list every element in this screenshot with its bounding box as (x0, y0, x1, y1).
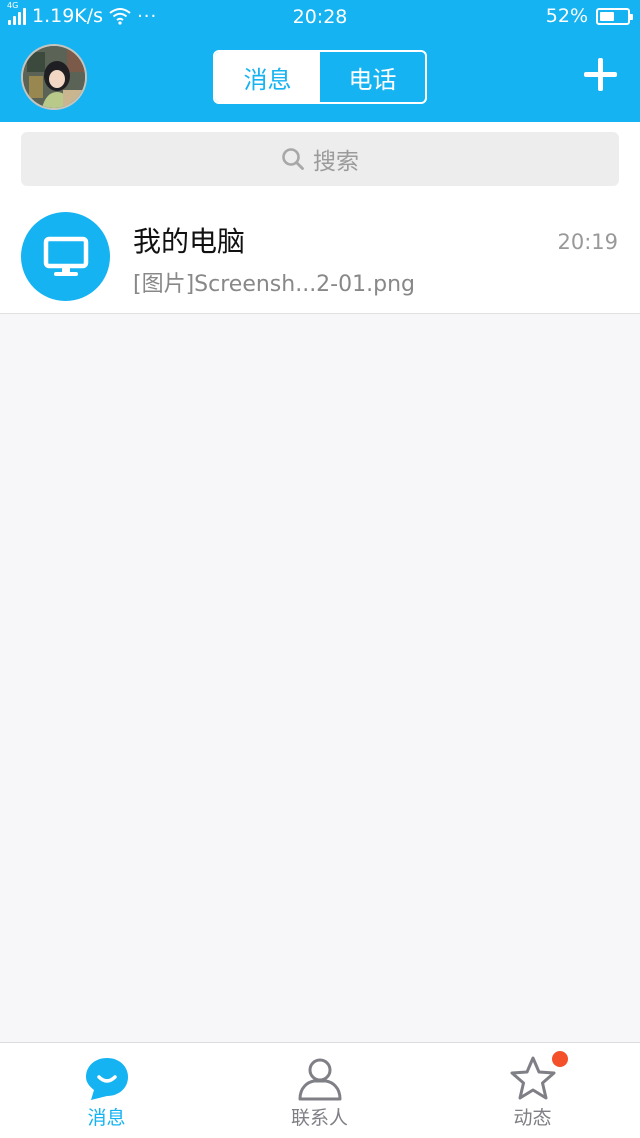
battery-percent: 52% (545, 5, 588, 27)
tab-label: 动态 (513, 1107, 552, 1129)
tab-calls[interactable]: 电话 (320, 52, 425, 102)
status-time: 20:28 (292, 6, 348, 28)
monitor-icon (21, 212, 110, 301)
chat-bubble-icon (85, 1058, 128, 1100)
header: 消息 电话 (0, 34, 640, 122)
search-icon (282, 148, 304, 170)
star-icon (510, 1056, 555, 1100)
tab-messages[interactable]: 消息 (215, 52, 320, 102)
tab-label: 联系人 (290, 1107, 348, 1129)
avatar-image (23, 46, 85, 108)
tab-contacts-bottom[interactable]: 联系人 (213, 1043, 426, 1138)
conversation-time: 20:19 (557, 230, 618, 254)
tab-label: 消息 (87, 1107, 126, 1129)
status-right: 52% (545, 5, 633, 27)
battery-icon (596, 7, 633, 25)
search-placeholder: 搜索 (313, 149, 359, 175)
plus-icon[interactable] (580, 54, 620, 94)
search-input[interactable]: 搜索 (21, 132, 619, 186)
status-bar: 4G 1.19K/s ··· 20:28 52% (0, 0, 640, 34)
message-call-switch: 消息 电话 (213, 50, 427, 104)
app-screen: 4G 1.19K/s ··· 20:28 52% 消息 电话 搜索 我的电脑 2… (0, 0, 640, 1138)
tab-messages-bottom[interactable]: 消息 (0, 1043, 213, 1138)
tab-moments-bottom[interactable]: 动态 (426, 1043, 639, 1138)
list-item[interactable]: 我的电脑 20:19 [图片]Screensh...2-01.png (0, 196, 640, 314)
bottom-tab-bar: 消息 联系人 动态 (0, 1042, 640, 1138)
conversation-name: 我的电脑 (133, 225, 246, 258)
notification-badge (552, 1051, 568, 1067)
user-avatar[interactable] (21, 44, 87, 110)
conversation-preview: [图片]Screensh...2-01.png (133, 272, 415, 297)
search-area: 搜索 (0, 122, 640, 196)
contacts-icon (298, 1058, 341, 1101)
